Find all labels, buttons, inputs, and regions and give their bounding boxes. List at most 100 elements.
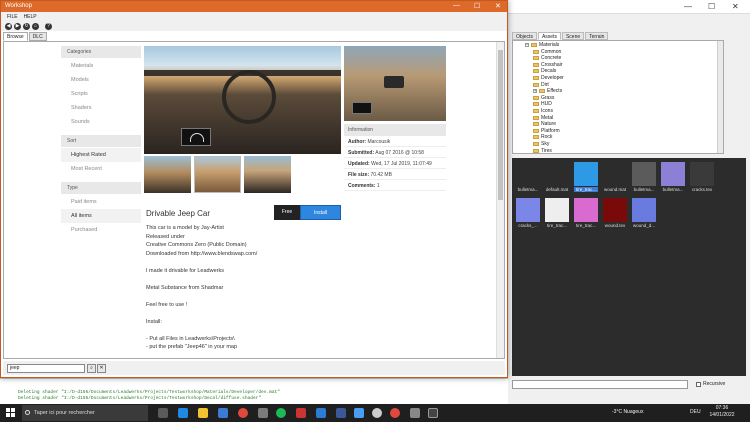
tree-item[interactable]: Grass — [533, 95, 554, 101]
chrome-icon[interactable] — [390, 408, 400, 418]
minimize-icon[interactable]: — — [453, 2, 460, 9]
thumbnail-2[interactable] — [194, 156, 241, 193]
category-models[interactable]: Models — [61, 73, 141, 87]
sort-highest-rated[interactable]: Highest Rated — [61, 148, 141, 162]
asset-item[interactable]: default.mat — [545, 162, 569, 192]
task-view-icon[interactable] — [158, 408, 168, 418]
forward-icon[interactable]: ▶ — [14, 22, 21, 30]
sort-most-recent[interactable]: Most Recent — [61, 162, 141, 176]
language-indicator[interactable]: DEU — [690, 409, 701, 415]
category-shaders[interactable]: Shaders — [61, 101, 141, 115]
item-preview-image[interactable] — [144, 46, 341, 154]
app-icon[interactable] — [258, 408, 268, 418]
recursive-option[interactable]: Recursive — [696, 381, 725, 387]
app-icon[interactable] — [296, 408, 306, 418]
app-icon[interactable] — [354, 408, 364, 418]
app-icon[interactable] — [316, 408, 326, 418]
type-purchased[interactable]: Purchased — [61, 223, 141, 237]
edge-icon[interactable] — [178, 408, 188, 418]
menu-file[interactable]: FILE — [7, 14, 18, 20]
tab-terrain[interactable]: Terrain — [585, 32, 609, 40]
tree-item[interactable]: Developer — [533, 75, 564, 81]
asset-item[interactable]: cracks_... — [516, 198, 540, 228]
windows-start-icon[interactable] — [6, 408, 16, 418]
asset-item[interactable]: wound_d... — [632, 198, 656, 228]
tree-item[interactable]: Decals — [533, 68, 556, 74]
maximize-icon[interactable]: ☐ — [708, 2, 715, 11]
tree-item[interactable]: Dirt — [533, 82, 549, 88]
tree-item[interactable]: Sky — [533, 141, 549, 147]
tab-assets[interactable]: Assets — [537, 32, 561, 40]
thumbnail-1[interactable] — [144, 156, 191, 193]
app-icon[interactable] — [410, 408, 420, 418]
tree-item[interactable]: Nature — [533, 121, 556, 127]
asset-item[interactable]: cracks.tex — [690, 162, 714, 192]
store-icon[interactable] — [218, 408, 228, 418]
asset-item[interactable]: bulletma... — [661, 162, 685, 192]
asset-item[interactable]: tire_trac... — [574, 198, 598, 228]
steam-icon[interactable] — [372, 408, 382, 418]
search-icon[interactable]: ⌕ — [87, 364, 96, 373]
asset-item[interactable]: wound.mat — [603, 162, 627, 192]
recursive-checkbox[interactable] — [696, 381, 701, 387]
content-scrollbar[interactable] — [496, 42, 504, 358]
type-all-items[interactable]: All items — [61, 209, 141, 223]
tree-item[interactable]: Platform — [533, 128, 560, 134]
tree-item-label: Platform — [541, 127, 560, 134]
expander-icon[interactable]: + — [533, 89, 537, 94]
file-explorer-icon[interactable] — [198, 408, 208, 418]
asset-item[interactable]: bulletma... — [516, 162, 540, 192]
chrome-icon[interactable] — [238, 408, 248, 418]
asset-item[interactable]: bulletma... — [632, 162, 656, 192]
category-materials[interactable]: Materials — [61, 59, 141, 73]
tree-item[interactable]: Tires — [533, 148, 552, 153]
tree-item[interactable]: − Materials — [525, 42, 559, 48]
expander-icon[interactable]: − — [525, 43, 529, 47]
folder-icon — [533, 62, 539, 67]
asset-item[interactable]: tire_trac... — [574, 162, 598, 192]
tree-item[interactable]: Concrete — [533, 55, 561, 61]
clock-date[interactable]: 14/01/2022 — [704, 412, 740, 418]
tab-dlc[interactable]: DLC — [28, 32, 47, 41]
category-scripts[interactable]: Scripts — [61, 87, 141, 101]
scrollbar-thumb[interactable] — [498, 50, 503, 200]
app-icon[interactable] — [336, 408, 346, 418]
tree-item[interactable]: Rock — [533, 134, 552, 140]
minimize-icon[interactable]: — — [684, 2, 692, 11]
asset-item[interactable]: tire_trac... — [545, 198, 569, 228]
tab-objects[interactable]: Objects — [512, 32, 537, 40]
tree-item[interactable]: + Effects — [533, 88, 562, 94]
tree-scrollbar[interactable] — [717, 41, 723, 153]
back-icon[interactable]: ◀ — [5, 22, 12, 30]
install-button[interactable]: Install — [300, 205, 341, 220]
help-icon[interactable]: ? — [45, 22, 52, 30]
close-icon[interactable]: ✕ — [495, 2, 501, 10]
category-sounds[interactable]: Sounds — [61, 115, 141, 129]
asset-search-input[interactable] — [512, 380, 688, 389]
maximize-icon[interactable]: ☐ — [474, 2, 480, 10]
type-paid-items[interactable]: Paid items — [61, 195, 141, 209]
tree-item[interactable]: HUD — [533, 101, 552, 107]
search-input[interactable]: jeep — [7, 364, 85, 373]
editor-tabs: Objects Assets Scene Terrain — [512, 32, 609, 40]
clear-icon[interactable]: ✕ — [97, 364, 106, 373]
thumbnail-3[interactable] — [244, 156, 291, 193]
weather-status[interactable]: -3°C Nuageux — [612, 409, 643, 415]
asset-item[interactable]: wound.tex — [603, 198, 627, 228]
spotify-icon[interactable] — [276, 408, 286, 418]
tree-item[interactable]: Metal — [533, 115, 553, 121]
tree-item[interactable]: Common — [533, 49, 561, 55]
close-icon[interactable]: ✕ — [732, 2, 739, 11]
tab-browse[interactable]: Browse — [3, 32, 28, 41]
tab-scene[interactable]: Scene — [561, 32, 585, 40]
clock-time[interactable]: 07:36 — [708, 405, 736, 411]
tree-item[interactable]: Icons — [533, 108, 553, 114]
refresh-icon[interactable]: ↻ — [23, 22, 30, 30]
taskbar-search-input[interactable]: Taper ici pour rechercher — [22, 405, 148, 421]
tree-item[interactable]: Crosshair — [533, 62, 562, 68]
description-line: - put the prefab "Jeep46" in your map — [146, 344, 238, 350]
home-icon[interactable]: ⌂ — [32, 22, 39, 30]
leadwerks-icon[interactable] — [428, 408, 438, 418]
menu-help[interactable]: HELP — [24, 14, 37, 20]
tree-item-label: Grass — [541, 94, 555, 101]
